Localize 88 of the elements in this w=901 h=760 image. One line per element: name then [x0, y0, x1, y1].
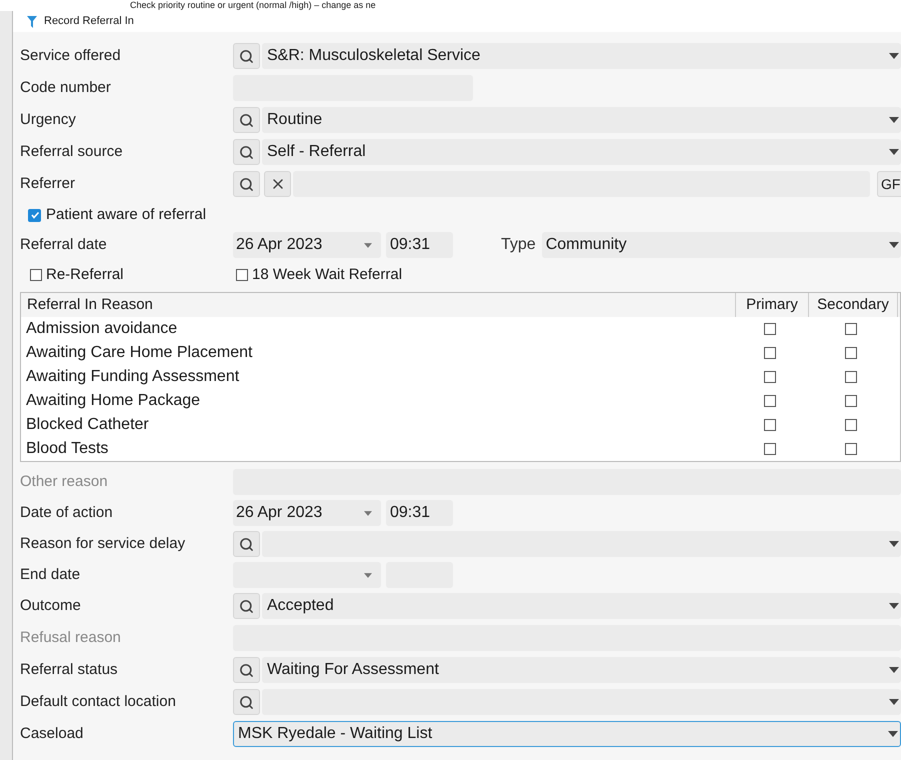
caseload-dropdown[interactable]: MSK Ryedale - Waiting List [233, 721, 901, 747]
caption-text: Check priority routine or urgent (normal /high) – change as ne [129, 0, 376, 11]
checkbox[interactable] [236, 269, 248, 281]
date-field[interactable] [233, 562, 381, 588]
field-label: Default contact location [20, 692, 177, 712]
checkbox[interactable] [28, 208, 41, 222]
dropdown-arrow-icon [889, 667, 899, 673]
checkbox-label: Re-Referral [46, 264, 124, 285]
primary-checkbox[interactable] [764, 371, 776, 383]
search-button[interactable] [233, 689, 260, 715]
column-header: Secondary [808, 293, 898, 317]
field-label: Caseload [20, 724, 84, 744]
search-icon [239, 112, 254, 128]
field-label: Referrer [20, 174, 76, 194]
field-label: End date [20, 564, 82, 585]
type-label: Type [501, 235, 536, 255]
table-cell-text: Blood Tests [25, 439, 110, 459]
checkbox[interactable] [30, 269, 42, 281]
dropdown-arrow-icon [889, 242, 899, 248]
column-header: Primary [735, 293, 808, 317]
primary-checkbox[interactable] [764, 347, 776, 359]
date-field[interactable]: 26 Apr 2023 [233, 232, 381, 258]
table-cell-text: Admission avoidance [25, 319, 178, 339]
dropdown-arrow-icon [364, 510, 372, 516]
field-label: Referral date [20, 234, 108, 255]
field-label: Referral source [20, 142, 124, 162]
search-button[interactable] [233, 171, 260, 197]
search-icon [239, 176, 254, 192]
secondary-checkbox[interactable] [845, 443, 857, 455]
field-label: Reason for service delay [20, 534, 186, 554]
secondary-checkbox[interactable] [845, 371, 857, 383]
table-cell-text: Awaiting Care Home Placement [25, 343, 254, 363]
table-cell-text: Awaiting Home Package [25, 391, 202, 411]
date-field[interactable]: 26 Apr 2023 [233, 500, 381, 526]
time-field[interactable]: 09:31 [386, 232, 453, 258]
field-label: Outcome [20, 596, 82, 616]
window-title: Record Referral In [44, 14, 134, 30]
referrer-button[interactable]: GF [877, 171, 901, 197]
search-icon [239, 144, 254, 160]
primary-checkbox[interactable] [764, 395, 776, 407]
time-field[interactable]: 09:31 [386, 500, 453, 526]
primary-checkbox[interactable] [764, 443, 776, 455]
field-label: Code number [20, 78, 112, 98]
field-label: Refusal reason [20, 628, 122, 648]
field-label: Urgency [20, 110, 77, 130]
search-icon [239, 48, 254, 64]
table-cell-text: Awaiting Funding Assessment [25, 367, 240, 387]
field-label: Date of action [20, 502, 114, 523]
secondary-checkbox[interactable] [845, 323, 857, 335]
search-icon [239, 662, 254, 678]
dropdown-arrow-icon [888, 731, 898, 737]
dropdown-arrow-icon [889, 603, 899, 609]
primary-checkbox[interactable] [764, 323, 776, 335]
dropdown-arrow-icon [889, 149, 899, 155]
search-button[interactable] [233, 531, 260, 557]
lookup-dropdown[interactable]: Accepted [262, 593, 901, 619]
field-label: Service offered [20, 46, 122, 66]
table-cell-text: Blocked Catheter [25, 415, 150, 435]
clear-button[interactable] [264, 171, 291, 197]
lookup-dropdown[interactable]: Waiting For Assessment [262, 657, 901, 683]
dropdown-arrow-icon [364, 242, 372, 248]
field-label: Other reason [20, 472, 109, 492]
secondary-checkbox[interactable] [845, 347, 857, 359]
lookup-dropdown[interactable]: Routine [262, 107, 901, 133]
type-dropdown[interactable]: Community [542, 232, 901, 258]
checkbox-label: 18 Week Wait Referral [252, 264, 402, 285]
dropdown-arrow-icon [889, 117, 899, 123]
field-label: Referral status [20, 660, 119, 680]
secondary-checkbox[interactable] [845, 395, 857, 407]
column-header: Referral In Reason [26, 294, 154, 315]
search-icon [239, 694, 254, 710]
lookup-dropdown[interactable]: S&R: Musculoskeletal Service [262, 43, 901, 69]
search-icon [239, 598, 254, 614]
search-button[interactable] [233, 657, 260, 683]
search-button[interactable] [233, 593, 260, 619]
lookup-dropdown[interactable]: Self - Referral [262, 139, 901, 165]
dropdown-arrow-icon [889, 541, 899, 547]
dropdown-arrow-icon [364, 572, 372, 578]
search-button[interactable] [233, 107, 260, 133]
search-button[interactable] [233, 43, 260, 69]
search-button[interactable] [233, 139, 260, 165]
checkbox-label: Patient aware of referral [46, 204, 206, 225]
search-icon [239, 536, 254, 552]
secondary-checkbox[interactable] [845, 419, 857, 431]
filter-icon [27, 16, 37, 28]
primary-checkbox[interactable] [764, 419, 776, 431]
dropdown-arrow-icon [889, 699, 899, 705]
dropdown-arrow-icon [889, 53, 899, 59]
